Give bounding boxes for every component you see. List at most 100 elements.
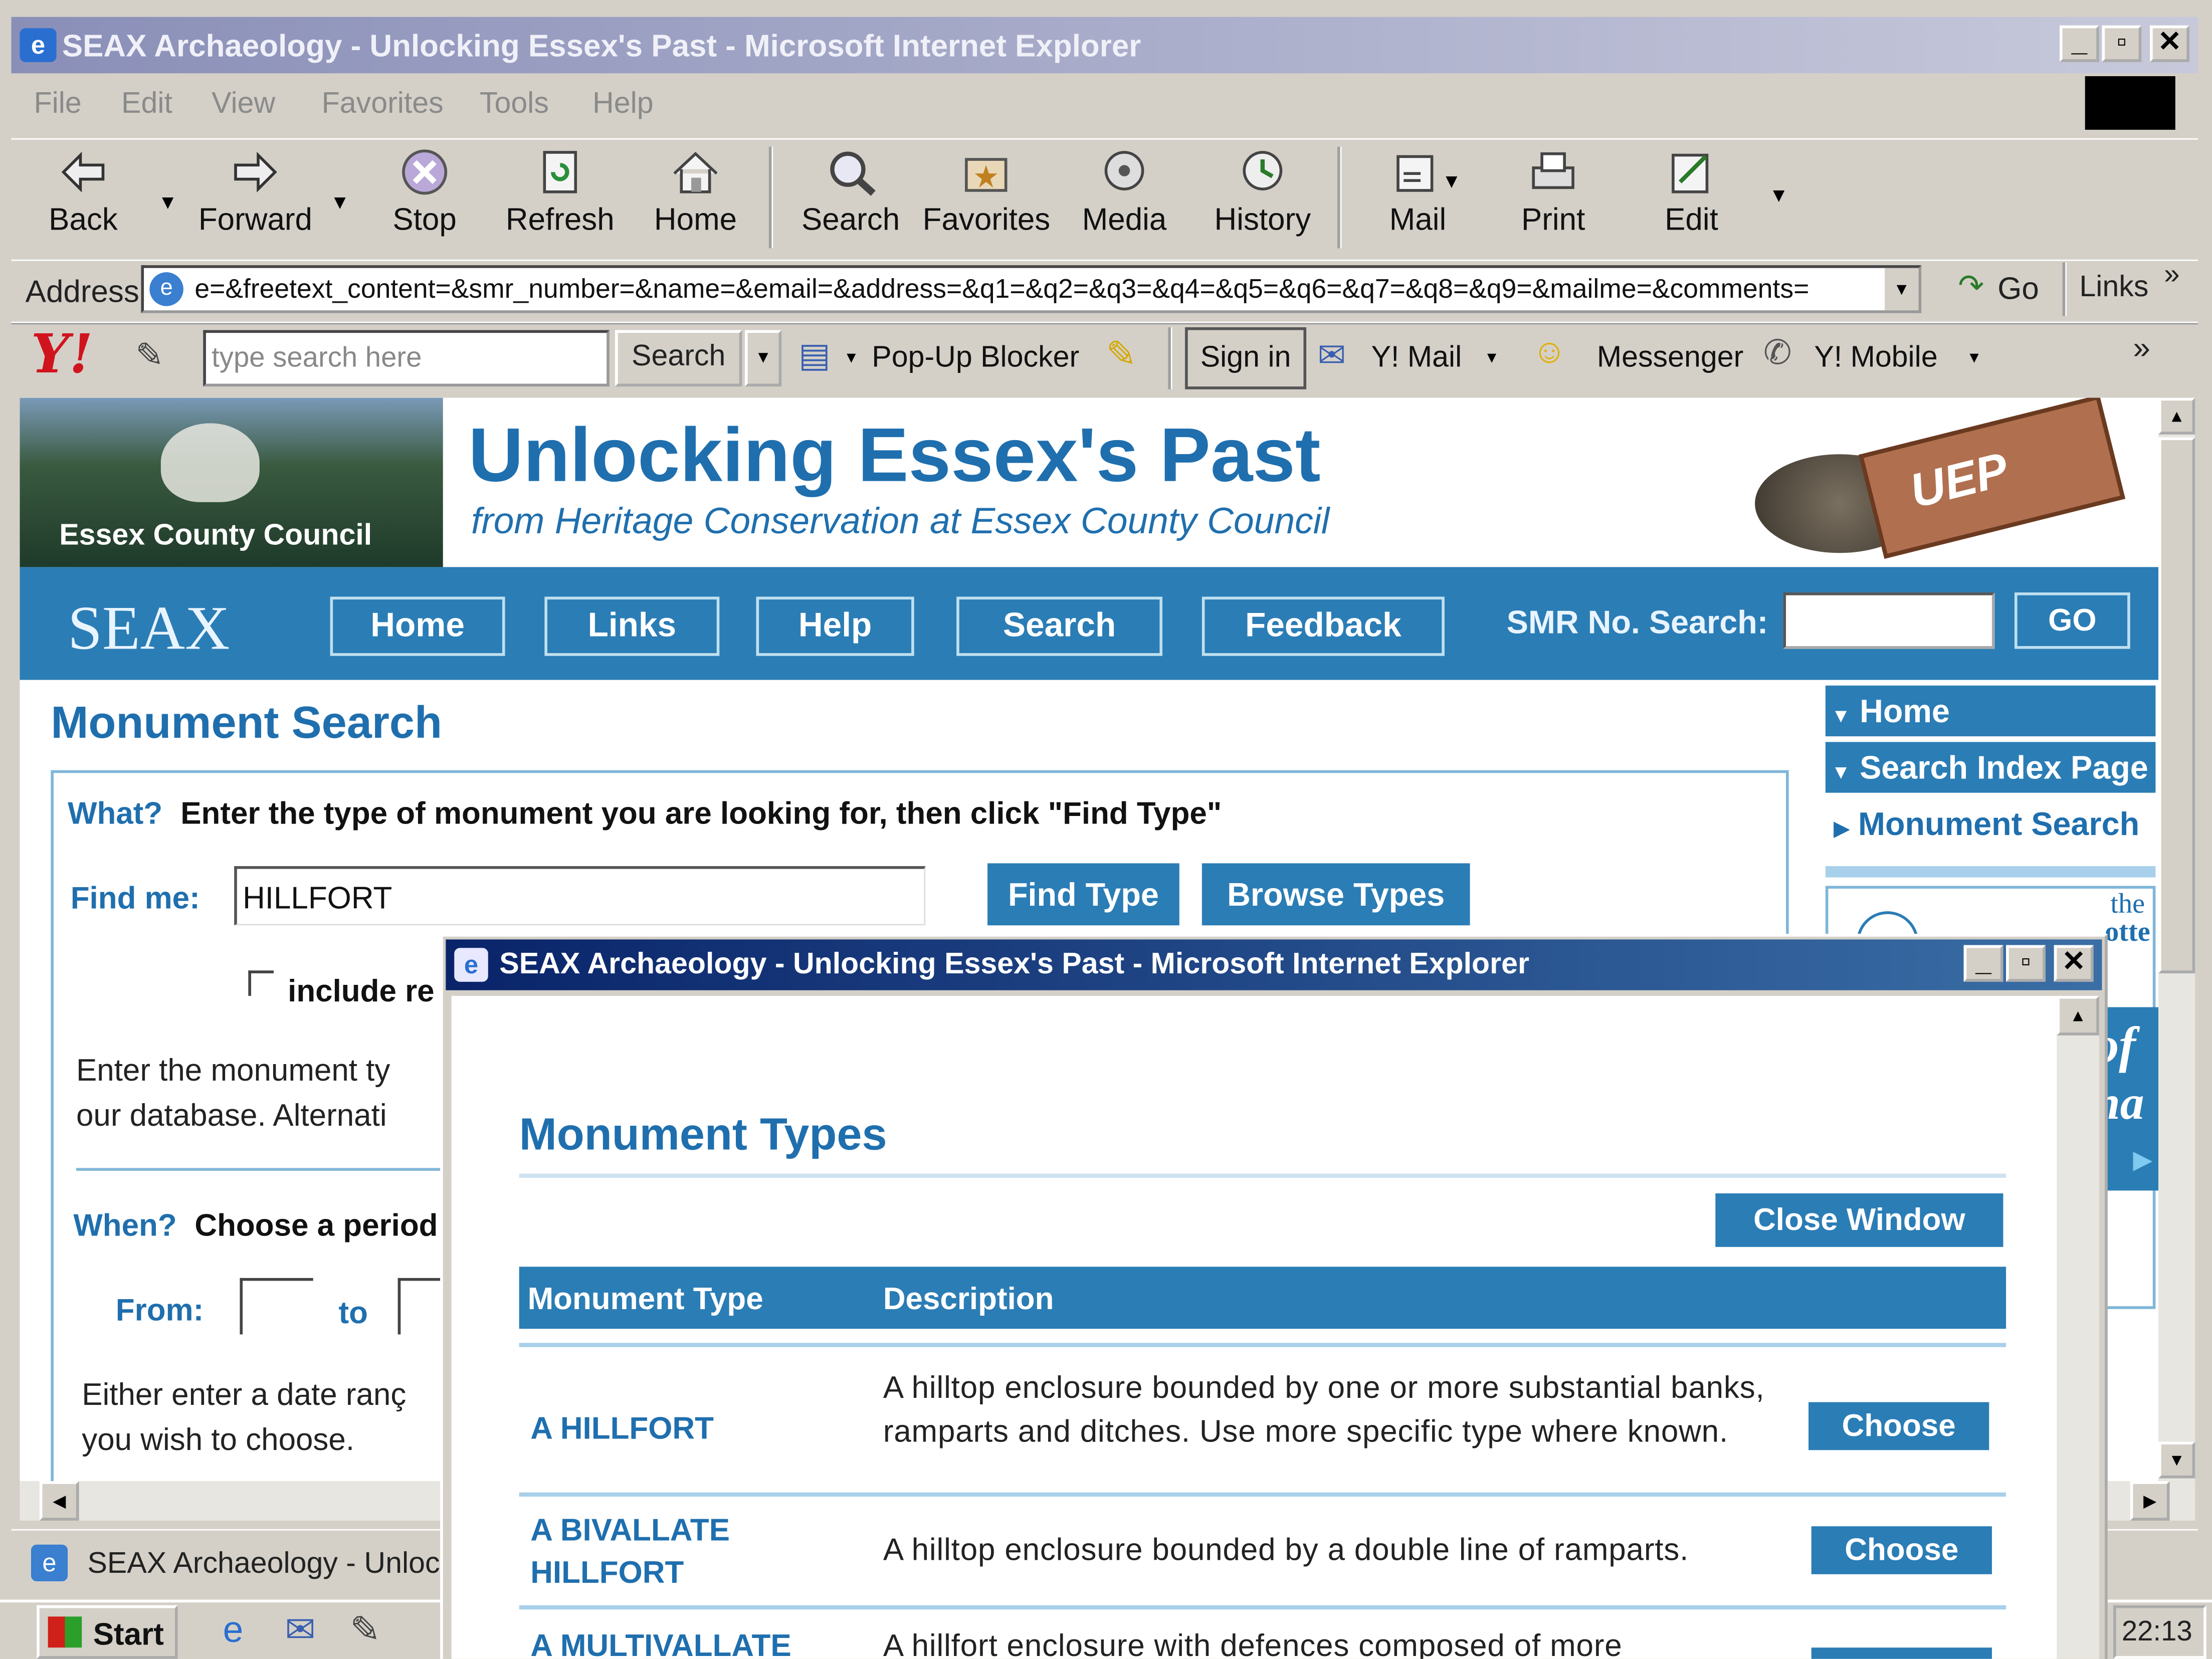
quicklaunch-desktop-icon[interactable]: ✎ (350, 1608, 380, 1651)
yahoo-search-input[interactable]: type search here (203, 330, 610, 387)
yahoo-more-chevron-icon[interactable]: » (2133, 330, 2150, 367)
smr-go-button[interactable]: GO (2014, 592, 2130, 649)
history-button[interactable]: History (1199, 148, 1326, 261)
home-button[interactable]: Home (632, 148, 759, 261)
popup-close-button[interactable]: ✕ (2054, 945, 2094, 982)
choose-button[interactable]: Choose (1808, 1402, 1989, 1450)
sidebar-item-search-index[interactable]: ▼ Search Index Page (1825, 742, 2156, 793)
address-dropdown-icon[interactable]: ▼ (1882, 268, 1919, 311)
yahoo-mail-label[interactable]: Y! Mail (1371, 341, 1462, 375)
nav-home-button[interactable]: Home (330, 596, 505, 656)
yahoo-logo[interactable]: Y! (31, 322, 93, 385)
yahoo-mail-icon[interactable]: ✉ (1318, 336, 1346, 377)
back-dropdown-icon[interactable]: ▼ (158, 190, 177, 213)
nav-search-button[interactable]: Search (956, 596, 1163, 656)
links-chevron-icon[interactable]: » (2164, 260, 2179, 292)
nav-feedback-button[interactable]: Feedback (1201, 596, 1445, 656)
menu-favorites[interactable]: Favorites (322, 87, 444, 121)
choose-button[interactable]: Choose (1811, 1647, 1992, 1659)
pencil-icon[interactable]: ✎ (135, 336, 164, 377)
menu-file[interactable]: File (34, 87, 82, 121)
main-vertical-scrollbar[interactable]: ▲ ▼ (2158, 397, 2195, 1482)
stop-button[interactable]: Stop (361, 148, 488, 261)
nav-links-button[interactable]: Links (544, 596, 720, 656)
popup-title: SEAX Archaeology - Unlocking Essex's Pas… (499, 948, 1530, 981)
minimize-button[interactable]: _ (2060, 25, 2099, 62)
yahoo-search-button[interactable]: Search (615, 330, 742, 387)
address-url: e=&freetext_content=&smr_number=&name=&e… (194, 275, 1809, 305)
sidebar-item-monument-search[interactable]: ▶ Monument Search (1826, 798, 2156, 849)
edit-dropdown-icon[interactable]: ▼ (1769, 183, 1788, 206)
back-button[interactable]: Back (20, 148, 146, 261)
scroll-left-button[interactable]: ◀ (39, 1481, 79, 1521)
chevron-right-icon: ▶ (1834, 816, 1850, 840)
back-arrow-icon (61, 151, 105, 192)
links-button[interactable]: Links (2079, 271, 2148, 305)
go-button[interactable]: Go (1997, 271, 2039, 307)
highlight-pen-icon[interactable]: ✎ (1106, 333, 1136, 376)
find-me-value: HILLFORT (243, 880, 392, 916)
popup-blocker-icon[interactable]: ▤ (798, 336, 831, 377)
sidebar-item-home[interactable]: ▼ Home (1825, 685, 2156, 737)
scroll-down-button[interactable]: ▼ (2158, 1441, 2195, 1479)
start-button[interactable]: Start (37, 1605, 178, 1659)
main-title-bar[interactable]: e SEAX Archaeology - Unlocking Essex's P… (11, 17, 2198, 74)
messenger-smiley-icon[interactable]: ☺ (1532, 333, 1566, 372)
browse-types-button[interactable]: Browse Types (1201, 863, 1470, 926)
site-subtitle: from Heritage Conservation at Essex Coun… (471, 499, 1330, 542)
popup-blocker-dropdown-icon[interactable]: ▼ (844, 350, 859, 367)
popup-scroll-up-button[interactable]: ▲ (2057, 995, 2099, 1035)
yahoo-mobile-label[interactable]: Y! Mobile (1814, 341, 1937, 375)
mail-button[interactable]: Mail (1354, 148, 1481, 261)
scroll-thumb[interactable] (2158, 437, 2195, 973)
popup-title-bar[interactable]: e SEAX Archaeology - Unlocking Essex's P… (446, 939, 2102, 990)
to-label: to (338, 1295, 368, 1330)
favorites-button[interactable]: Favorites (923, 148, 1050, 261)
menu-view[interactable]: View (212, 87, 275, 121)
table-header: Monument Type Description (519, 1267, 2006, 1329)
refresh-button[interactable]: Refresh (497, 148, 624, 261)
site-title: Unlocking Essex's Past (468, 413, 1321, 498)
print-icon (1532, 152, 1574, 189)
find-me-input[interactable]: HILLFORT (234, 866, 926, 926)
search-button[interactable]: Search (787, 148, 914, 261)
go-arrow-icon[interactable]: ↷ (1958, 268, 1984, 305)
nav-help-button[interactable]: Help (756, 596, 914, 656)
yahoo-mail-dropdown-icon[interactable]: ▼ (1484, 350, 1500, 367)
sign-in-button[interactable]: Sign in (1185, 327, 1307, 389)
popup-vertical-scrollbar[interactable]: ▲ (2057, 995, 2099, 1659)
popup-blocker-label[interactable]: Pop-Up Blocker (872, 341, 1079, 375)
clock: 22:13 (2121, 1616, 2192, 1648)
quicklaunch-outlook-icon[interactable]: ✉ (285, 1608, 316, 1651)
menu-help[interactable]: Help (592, 87, 654, 121)
forward-dropdown-icon[interactable]: ▼ (330, 190, 350, 213)
popup-minimize-button[interactable]: _ (1963, 945, 2003, 982)
chevron-right-icon: ▶ (2133, 1145, 2153, 1174)
include-checkbox[interactable] (248, 970, 274, 996)
address-field[interactable]: e e=&freetext_content=&smr_number=&name=… (141, 265, 1922, 313)
maximize-button[interactable]: ▫ (2102, 25, 2142, 62)
menu-tools[interactable]: Tools (480, 87, 549, 121)
smr-search-input[interactable] (1783, 592, 1995, 649)
find-type-button[interactable]: Find Type (987, 863, 1179, 926)
from-input[interactable] (240, 1278, 313, 1335)
close-button[interactable]: ✕ (2150, 25, 2189, 62)
quicklaunch-ie-icon[interactable]: e (223, 1608, 244, 1651)
media-button[interactable]: Media (1061, 148, 1187, 261)
yahoo-mobile-icon[interactable]: ✆ (1763, 333, 1792, 374)
scroll-up-button[interactable]: ▲ (2158, 397, 2195, 435)
edit-icon (1672, 153, 1709, 193)
edit-button[interactable]: Edit (1628, 148, 1755, 261)
when-instruction: Choose a period (194, 1207, 438, 1243)
messenger-label[interactable]: Messenger (1597, 341, 1743, 375)
forward-button[interactable]: Forward (192, 148, 319, 261)
scroll-right-button[interactable]: ▶ (2130, 1481, 2170, 1521)
close-window-button[interactable]: Close Window (1715, 1193, 2003, 1247)
menu-edit[interactable]: Edit (121, 87, 172, 121)
choose-button[interactable]: Choose (1811, 1526, 1992, 1574)
yahoo-mobile-dropdown-icon[interactable]: ▼ (1966, 350, 1982, 367)
popup-maximize-button[interactable]: ▫ (2006, 945, 2046, 982)
mail-dropdown-icon[interactable]: ▼ (1442, 169, 1461, 192)
print-button[interactable]: Print (1490, 148, 1617, 261)
yahoo-search-dropdown-icon[interactable]: ▼ (745, 330, 782, 387)
